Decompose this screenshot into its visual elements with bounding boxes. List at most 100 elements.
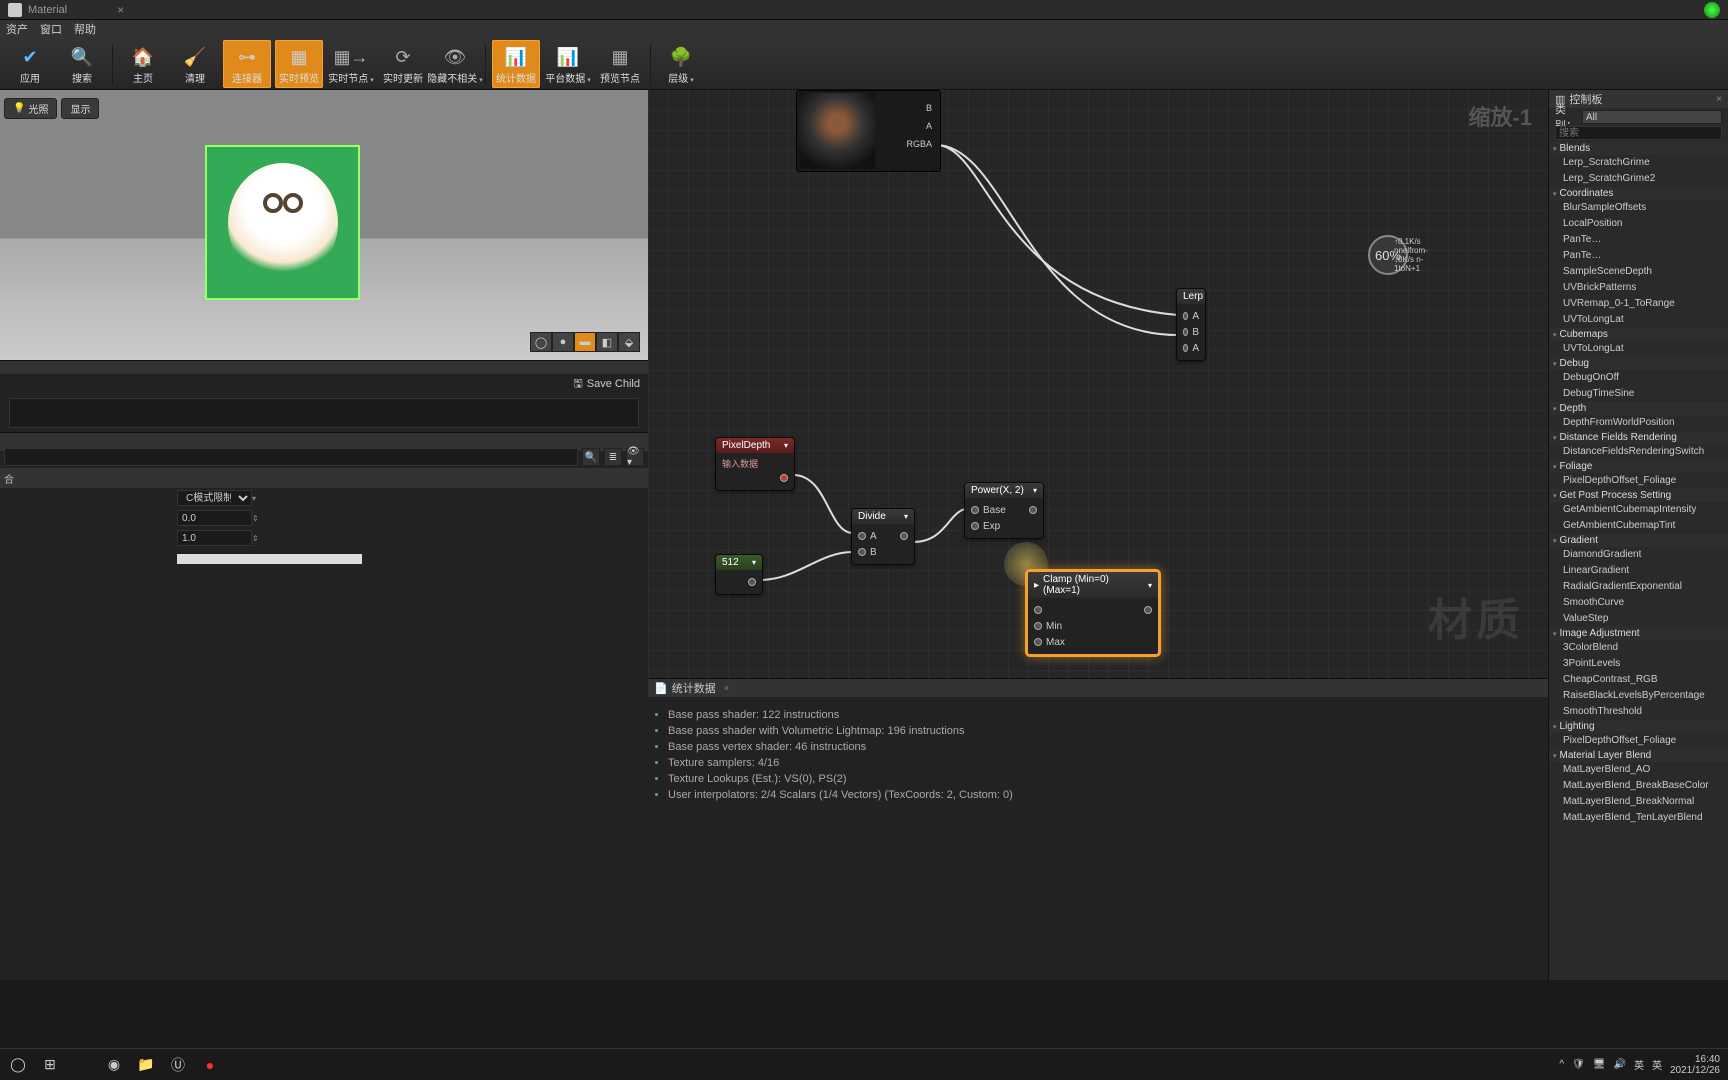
palette-item[interactable]: Lerp_ScratchGrime: [1549, 155, 1728, 171]
start-button[interactable]: ◯: [8, 1055, 28, 1075]
pin-out-b[interactable]: B: [880, 99, 936, 117]
power-node[interactable]: Power(X, 2)▾ Base Exp: [964, 482, 1044, 539]
palette-search-input[interactable]: [1555, 126, 1722, 140]
pixeldepth-out[interactable]: [722, 470, 788, 486]
clamp-pin-max[interactable]: Max: [1034, 634, 1152, 650]
const-out[interactable]: [722, 574, 756, 590]
chrome-icon[interactable]: ◉: [104, 1055, 124, 1075]
palette-item[interactable]: PanTe…: [1549, 248, 1728, 264]
palette-category[interactable]: Image Adjustment: [1549, 627, 1728, 640]
live-update-button[interactable]: ⟳实时更新: [379, 40, 427, 88]
palette-item[interactable]: RadialGradientExponential: [1549, 579, 1728, 595]
live-nodes-button[interactable]: ▦→实时节点▾: [327, 40, 375, 88]
palette-category[interactable]: Cubemaps: [1549, 328, 1728, 341]
menu-help[interactable]: 帮助: [74, 21, 96, 37]
vp-shape-mesh[interactable]: ⬙: [618, 332, 640, 352]
palette-item[interactable]: DistanceFieldsRenderingSwitch: [1549, 444, 1728, 460]
clamp-node[interactable]: ▸Clamp (Min=0) (Max=1)▾ Min Max: [1026, 570, 1160, 656]
connectors-button[interactable]: ⊶连接器: [223, 40, 271, 88]
platform-stats-button[interactable]: 📊平台数据▾: [544, 40, 592, 88]
lerp-pin-a[interactable]: A: [1183, 308, 1199, 324]
vp-shape-sphere[interactable]: ●: [552, 332, 574, 352]
palette-item[interactable]: 3ColorBlend: [1549, 640, 1728, 656]
palette-item[interactable]: LocalPosition: [1549, 216, 1728, 232]
home-button[interactable]: 🏠主页: [119, 40, 167, 88]
tray-shield-icon[interactable]: 🛡: [1572, 1059, 1585, 1070]
const-512-node[interactable]: 512▾: [715, 554, 763, 595]
palette-item[interactable]: LinearGradient: [1549, 563, 1728, 579]
opacity-clip-max[interactable]: [177, 530, 252, 546]
palette-item[interactable]: DepthFromWorldPosition: [1549, 415, 1728, 431]
preview-nodes-button[interactable]: ▦预览节点: [596, 40, 644, 88]
pin-out-a[interactable]: A: [880, 117, 936, 135]
record-icon[interactable]: ●: [200, 1055, 220, 1075]
palette-category[interactable]: Lighting: [1549, 720, 1728, 733]
preview-viewport[interactable]: 💡光照 显示 ◯ ● ▬ ◧ ⬙: [0, 90, 648, 360]
hierarchy-button[interactable]: 🌳层级▾: [657, 40, 705, 88]
palette-category[interactable]: Coordinates: [1549, 187, 1728, 200]
divide-pin-a[interactable]: A: [858, 528, 908, 544]
palette-close-icon[interactable]: ×: [1716, 94, 1722, 105]
vp-shape-cylinder[interactable]: ◯: [530, 332, 552, 352]
clamp-pin-min[interactable]: Min: [1034, 618, 1152, 634]
lerp-node[interactable]: Lerp A B A: [1176, 288, 1206, 361]
tab-close-icon[interactable]: ×: [117, 3, 124, 17]
vp-shape-cube[interactable]: ◧: [596, 332, 618, 352]
stats-button[interactable]: 📊统计数据: [492, 40, 540, 88]
palette-item[interactable]: UVToLongLat: [1549, 312, 1728, 328]
category-filter[interactable]: [1582, 110, 1722, 124]
palette-item[interactable]: PixelDepthOffset_Foliage: [1549, 473, 1728, 489]
lerp-pin-alpha[interactable]: A: [1183, 340, 1199, 356]
power-pin-exp[interactable]: Exp: [971, 518, 1037, 534]
palette-item[interactable]: GetAmbientCubemapTint: [1549, 518, 1728, 534]
menu-asset[interactable]: 资产: [6, 21, 28, 37]
vp-shape-plane[interactable]: ▬: [574, 332, 596, 352]
stats-close-icon[interactable]: ×: [724, 683, 729, 693]
palette-item[interactable]: Lerp_ScratchGrime2: [1549, 171, 1728, 187]
save-child-button[interactable]: Save Child: [587, 378, 640, 390]
palette-item[interactable]: UVBrickPatterns: [1549, 280, 1728, 296]
palette-item[interactable]: MatLayerBlend_TenLayerBlend: [1549, 810, 1728, 826]
palette-item[interactable]: ValueStep: [1549, 611, 1728, 627]
pin-out-rgba[interactable]: RGBA: [880, 135, 936, 153]
palette-item[interactable]: GetAmbientCubemapIntensity: [1549, 502, 1728, 518]
menu-window[interactable]: 窗口: [40, 21, 62, 37]
palette-category[interactable]: Material Layer Blend: [1549, 749, 1728, 762]
lerp-pin-b[interactable]: B: [1183, 324, 1199, 340]
search-icon[interactable]: 🔍: [582, 448, 600, 466]
palette-item[interactable]: BlurSampleOffsets: [1549, 200, 1728, 216]
divide-pin-b[interactable]: B: [858, 544, 908, 560]
texture-sample-node[interactable]: B A RGBA: [796, 90, 941, 172]
source-control-icon[interactable]: [1704, 2, 1720, 18]
palette-category[interactable]: Distance Fields Rendering: [1549, 431, 1728, 444]
pixeldepth-node[interactable]: PixelDepth▾ 输入数据: [715, 437, 795, 491]
parent-material-field[interactable]: [9, 398, 639, 428]
details-list-icon[interactable]: ≣: [604, 448, 622, 466]
explorer-icon[interactable]: 📁: [136, 1055, 156, 1075]
palette-item[interactable]: SampleSceneDepth: [1549, 264, 1728, 280]
palette-item[interactable]: DebugOnOff: [1549, 370, 1728, 386]
save-child-icon[interactable]: 🖫: [573, 375, 582, 394]
palette-category[interactable]: Get Post Process Setting: [1549, 489, 1728, 502]
clamp-pin-in[interactable]: [1034, 602, 1152, 618]
unreal-icon[interactable]: Ⓤ: [168, 1055, 188, 1075]
details-search-input[interactable]: [4, 448, 578, 466]
clean-button[interactable]: 🧹清理: [171, 40, 219, 88]
tray-monitor-icon[interactable]: 🖥: [1593, 1059, 1606, 1070]
lighting-mode-button[interactable]: 💡光照: [4, 98, 57, 119]
search-button[interactable]: 🔍搜索: [58, 40, 106, 88]
hide-unrelated-button[interactable]: 👁隐藏不相关▾: [431, 40, 479, 88]
palette-item[interactable]: SmoothCurve: [1549, 595, 1728, 611]
ime-indicator-1[interactable]: 英: [1634, 1057, 1644, 1072]
blend-mode-select[interactable]: C模式限制: [177, 490, 252, 506]
system-clock[interactable]: 16:402021/12/26: [1670, 1054, 1720, 1076]
power-pin-base[interactable]: Base: [971, 502, 1037, 518]
palette-item[interactable]: UVToLongLat: [1549, 341, 1728, 357]
task-view-icon[interactable]: ⊞: [40, 1055, 60, 1075]
palette-item[interactable]: UVRemap_0-1_ToRange: [1549, 296, 1728, 312]
palette-item[interactable]: 3PointLevels: [1549, 656, 1728, 672]
palette-category[interactable]: Blends: [1549, 142, 1728, 155]
palette-category[interactable]: Gradient: [1549, 534, 1728, 547]
palette-item[interactable]: PanTe…: [1549, 232, 1728, 248]
palette-item[interactable]: DiamondGradient: [1549, 547, 1728, 563]
